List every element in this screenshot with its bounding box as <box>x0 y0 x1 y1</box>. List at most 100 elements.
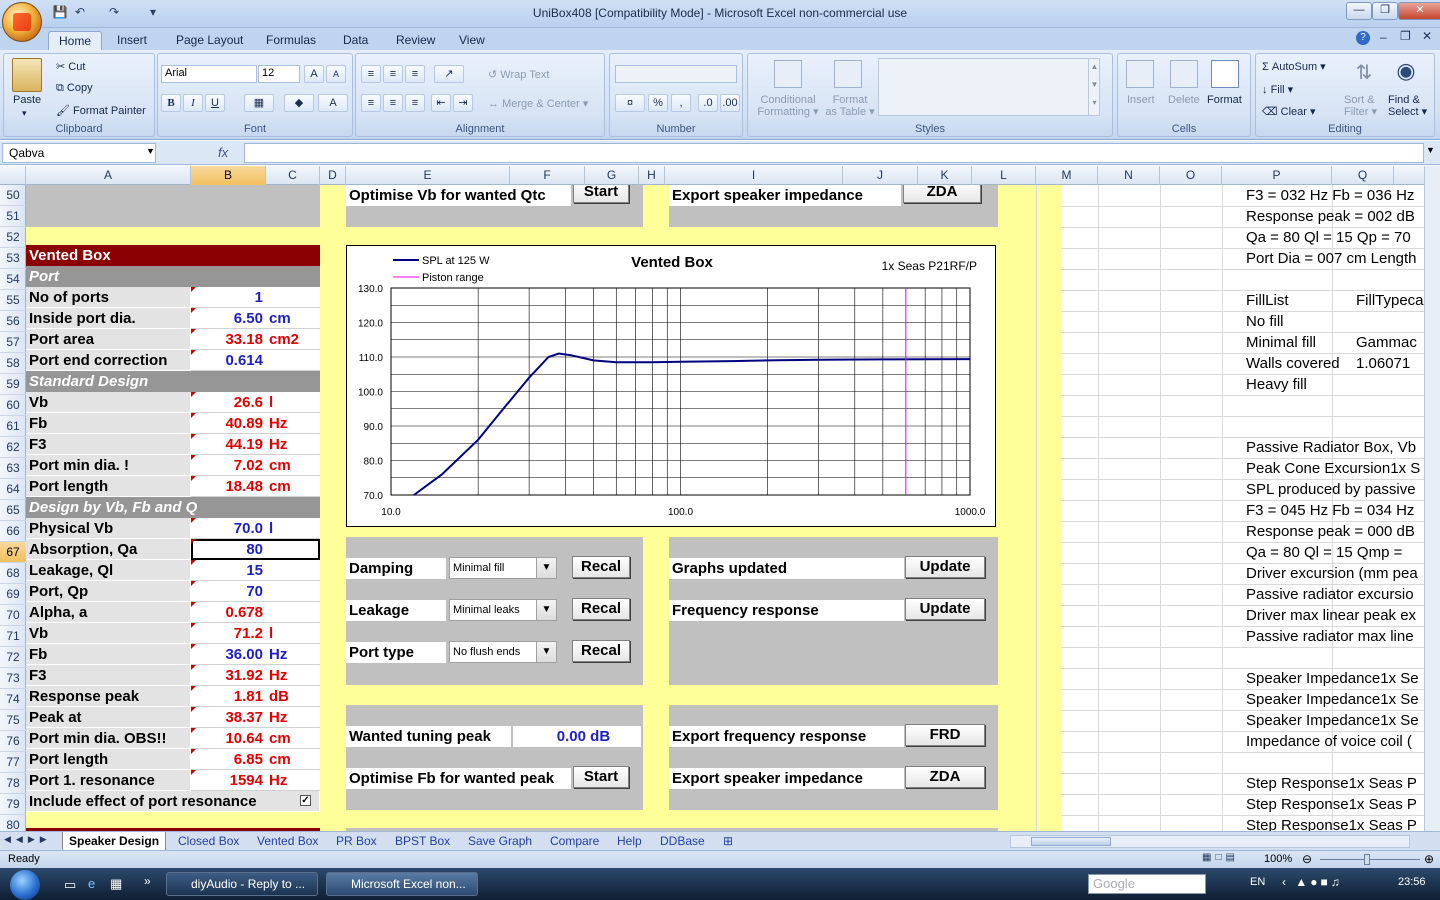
sheet-tab[interactable]: PR Box <box>330 832 383 850</box>
param-value[interactable]: 1594 Hz <box>191 770 320 791</box>
save-icon[interactable]: 💾 <box>52 5 68 21</box>
sheet-tab[interactable]: Help <box>611 832 648 850</box>
cut-button[interactable]: ✂ Cut <box>56 60 85 73</box>
format-cells-button[interactable]: Format <box>1207 94 1242 106</box>
row-header[interactable]: 65 <box>0 500 26 521</box>
formula-input[interactable] <box>244 143 1424 163</box>
column-header-f[interactable]: F <box>510 166 585 185</box>
param-value[interactable]: 10.64 cm <box>191 728 320 749</box>
tab-data[interactable]: Data <box>333 31 378 50</box>
param-value[interactable]: 6.50 cm <box>191 308 320 329</box>
column-header-n[interactable]: N <box>1098 166 1160 185</box>
align-bottom-icon[interactable]: ≡ <box>405 65 425 83</box>
param-value[interactable]: 36.00 Hz <box>191 644 320 665</box>
row-header[interactable]: 60 <box>0 395 26 416</box>
orientation-icon[interactable]: ↗ <box>434 65 464 83</box>
shrink-font-icon[interactable]: A <box>326 65 346 83</box>
zoom-slider-thumb[interactable] <box>1364 854 1370 865</box>
param-value[interactable]: 1.81 dB <box>191 686 320 707</box>
language-indicator[interactable]: EN <box>1250 876 1265 888</box>
name-box-dropdown-icon[interactable]: ▼ <box>146 146 155 156</box>
param-value[interactable]: 1 <box>191 287 320 308</box>
increase-indent-icon[interactable]: ⇥ <box>453 94 473 112</box>
row-header[interactable]: 77 <box>0 752 26 773</box>
frd-button[interactable]: FRD <box>905 724 985 746</box>
sheet-tab[interactable]: DDBase <box>654 832 711 850</box>
column-header-c[interactable]: C <box>266 166 320 185</box>
minimize-button[interactable]: — <box>1346 2 1372 20</box>
insert-sheet-icon[interactable]: ⊞ <box>717 832 739 850</box>
row-header[interactable]: 69 <box>0 584 26 605</box>
start-button[interactable] <box>10 870 40 900</box>
font-color-icon[interactable]: A <box>318 94 348 112</box>
vertical-scrollbar[interactable] <box>1424 166 1440 831</box>
help-icon[interactable]: ? <box>1356 31 1370 45</box>
row-header[interactable]: 58 <box>0 353 26 374</box>
redo-icon[interactable]: ↷ <box>106 5 122 21</box>
column-header-g[interactable]: G <box>585 166 639 185</box>
row-header[interactable]: 56 <box>0 311 26 332</box>
name-box[interactable]: Qabva <box>2 143 156 163</box>
insert-cells-button[interactable]: Insert <box>1127 94 1155 106</box>
param-value[interactable]: 7.02 cm <box>191 455 320 476</box>
worksheet[interactable]: Optimise Vb for wanted Qtc Start Export … <box>26 185 1424 831</box>
scroll-thumb[interactable] <box>1031 837 1111 846</box>
zoom-in-icon[interactable]: ⊕ <box>1424 852 1434 866</box>
zoom-level[interactable]: 100% <box>1264 853 1292 865</box>
param-value[interactable]: 70 <box>191 581 320 602</box>
align-center-icon[interactable]: ≡ <box>383 94 403 112</box>
align-left-icon[interactable]: ≡ <box>361 94 381 112</box>
param-value[interactable]: 33.18 cm2 <box>191 329 320 350</box>
row-header[interactable]: 54 <box>0 269 26 290</box>
column-header-e[interactable]: E <box>346 166 510 185</box>
param-value[interactable]: 26.6 l <box>191 392 320 413</box>
sheet-tab[interactable]: BPST Box <box>389 832 456 850</box>
cell-styles-gallery[interactable] <box>878 58 1100 116</box>
leakage-recal-button[interactable]: Recal <box>572 598 630 620</box>
port-resonance-checkbox[interactable]: ✓ <box>300 795 311 806</box>
align-right-icon[interactable]: ≡ <box>405 94 425 112</box>
row-header[interactable]: 53 <box>0 248 26 269</box>
param-value[interactable]: 18.48 cm <box>191 476 320 497</box>
tab-insert[interactable]: Insert <box>107 31 157 50</box>
row-header[interactable]: 76 <box>0 731 26 752</box>
row-header[interactable]: 72 <box>0 647 26 668</box>
horizontal-scrollbar[interactable] <box>1010 835 1410 848</box>
grow-font-icon[interactable]: A <box>304 65 324 83</box>
param-value[interactable]: 70.0 l <box>191 518 320 539</box>
close-button[interactable]: ✕ <box>1398 2 1440 20</box>
tab-review[interactable]: Review <box>386 31 445 50</box>
undo-icon[interactable]: ↶ <box>72 5 88 21</box>
column-header-l[interactable]: L <box>972 166 1036 185</box>
decrease-indent-icon[interactable]: ⇤ <box>431 94 451 112</box>
font-size-combo[interactable]: 12 <box>258 65 300 83</box>
tab-scroll-arrows[interactable]: ◀◀▶▶ <box>4 834 52 845</box>
param-value[interactable]: 6.85 cm <box>191 749 320 770</box>
param-value[interactable]: 15 <box>191 560 320 581</box>
column-header-i[interactable]: I <box>665 166 843 185</box>
sheet-tab[interactable]: Save Graph <box>462 832 538 850</box>
row-header[interactable]: 68 <box>0 563 26 584</box>
column-header-o[interactable]: O <box>1160 166 1222 185</box>
show-desktop-icon[interactable]: ▭ <box>64 877 76 893</box>
column-header-m[interactable]: M <box>1036 166 1098 185</box>
param-value[interactable]: 31.92 Hz <box>191 665 320 686</box>
merge-center-button[interactable]: ↔ Merge & Center ▾ <box>488 97 588 110</box>
align-middle-icon[interactable]: ≡ <box>383 65 403 83</box>
row-header[interactable]: 78 <box>0 773 26 794</box>
currency-icon[interactable]: ¤ <box>615 94 645 112</box>
port-type-recal-button[interactable]: Recal <box>572 640 630 662</box>
frequency-update-button[interactable]: Update <box>905 598 985 620</box>
font-name-combo[interactable]: Arial <box>161 65 257 83</box>
optimise-fb-start-button[interactable]: Start <box>573 766 629 788</box>
zda-button[interactable]: ZDA <box>905 766 985 788</box>
bold-button[interactable]: B <box>161 94 181 112</box>
row-header[interactable]: 79 <box>0 794 26 815</box>
param-value[interactable]: 0.678 <box>191 602 320 623</box>
sheet-tab[interactable]: Vented Box <box>251 832 324 850</box>
row-header[interactable]: 57 <box>0 332 26 353</box>
param-value[interactable]: 40.89 Hz <box>191 413 320 434</box>
search-box[interactable]: Google <box>1088 874 1206 894</box>
ie-icon[interactable]: e <box>88 876 95 891</box>
office-button[interactable] <box>2 2 42 42</box>
